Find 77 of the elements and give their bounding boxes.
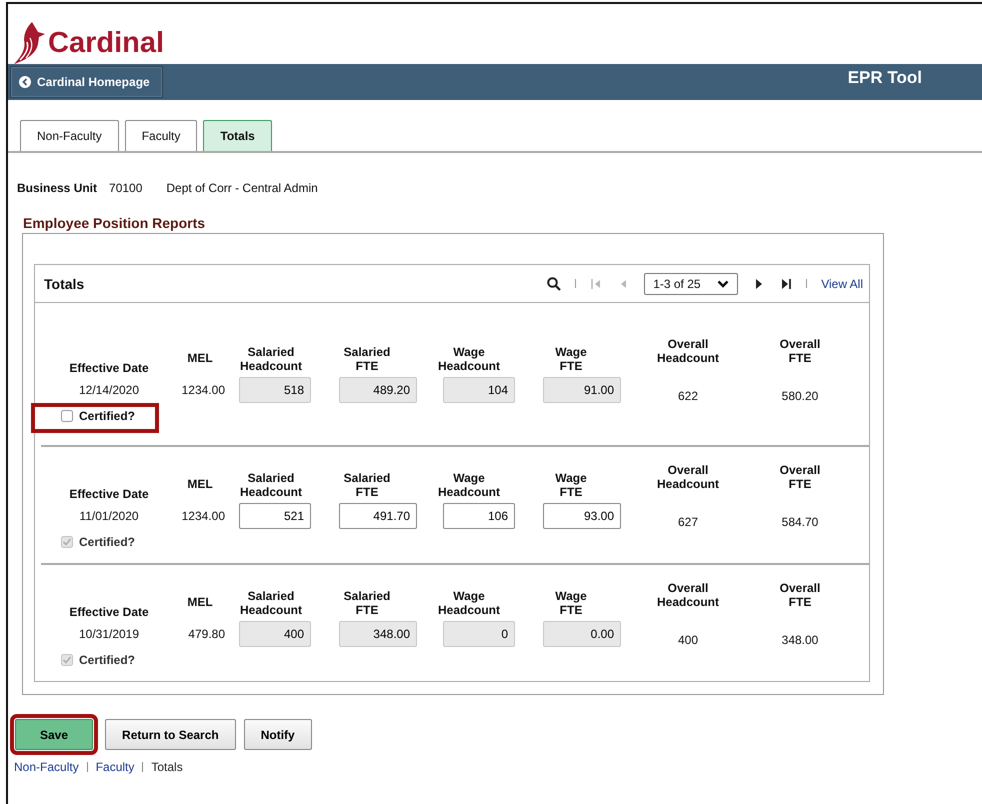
column-header: Effective Date (69, 361, 149, 375)
separator-icon (806, 279, 808, 288)
column-header: Overall FTE (780, 463, 820, 491)
column-header: Effective Date (69, 487, 149, 501)
input-field[interactable]: 93.00 (543, 503, 621, 529)
separator-icon (575, 279, 576, 288)
column-header: Overall FTE (780, 581, 820, 609)
action-button[interactable]: Notify (244, 719, 312, 750)
footer-link[interactable]: Faculty (96, 760, 134, 774)
column-header: Overall Headcount (657, 337, 719, 365)
footer-link[interactable]: Non-Faculty (14, 760, 79, 774)
input-field[interactable]: 491.70 (339, 503, 417, 529)
back-button[interactable]: Cardinal Homepage (10, 66, 163, 98)
input-field[interactable]: 106 (443, 503, 515, 529)
total-value: 580.20 (782, 389, 818, 403)
view-all-link[interactable]: View All (821, 276, 863, 290)
date-value: 10/31/2019 (78, 627, 140, 641)
certified-checkbox[interactable]: Certified? (31, 403, 160, 433)
tab[interactable]: Totals (203, 120, 272, 151)
column-header: Wage FTE (555, 589, 587, 617)
mel-value: 1234.00 (182, 509, 225, 523)
column-header: Wage Headcount (438, 345, 500, 373)
input-field[interactable]: 104 (443, 377, 515, 403)
total-value: 584.70 (782, 515, 818, 529)
column-header: Overall Headcount (657, 581, 719, 609)
total-value: 622 (678, 389, 698, 403)
column-header: Wage Headcount (438, 589, 500, 617)
input-field[interactable]: 0 (443, 621, 515, 647)
column-header: MEL (187, 351, 213, 365)
total-value: 400 (678, 633, 698, 647)
section-title: Employee Position Reports (22, 214, 206, 233)
separator-icon (142, 762, 144, 772)
column-header: Salaried Headcount (240, 471, 302, 499)
last-page-icon[interactable] (779, 276, 792, 290)
page-dropdown[interactable]: 1-3 of 25 (644, 272, 738, 294)
logo-text: Cardinal (48, 27, 164, 60)
column-header: Wage Headcount (438, 471, 500, 499)
checkbox-icon[interactable] (61, 410, 73, 422)
input-field[interactable]: 400 (239, 621, 311, 647)
chevron-left-icon (19, 76, 31, 88)
field-value: 70100 (109, 181, 142, 195)
column-header: MEL (187, 477, 213, 491)
column-header: Salaried Headcount (240, 589, 302, 617)
separator-icon (86, 762, 88, 772)
date-value: 11/01/2020 (79, 509, 139, 523)
column-header: Wage FTE (555, 345, 587, 373)
column-header: Salaried Headcount (240, 345, 302, 373)
input-field[interactable]: 91.00 (543, 377, 621, 403)
column-header: Wage FTE (555, 471, 587, 499)
field-label: Business Unit (17, 181, 98, 195)
column-header: Overall FTE (780, 337, 820, 365)
input-field[interactable]: 0.00 (543, 621, 621, 647)
tab[interactable]: Non-Faculty (20, 120, 119, 151)
cardinal-bird-icon (12, 20, 46, 64)
input-field[interactable]: 348.00 (339, 621, 417, 647)
column-header: Salaried FTE (344, 589, 390, 617)
column-header: Overall Headcount (657, 463, 719, 491)
column-header: Salaried FTE (344, 471, 390, 499)
current-page-label: Totals (151, 760, 183, 774)
column-header: Salaried FTE (344, 345, 390, 373)
field-value: Dept of Corr - Central Admin (166, 181, 318, 195)
mel-value: 1234.00 (182, 383, 225, 397)
grid-title: Totals (44, 276, 84, 292)
page-title: EPR Tool (848, 68, 922, 88)
total-value: 348.00 (782, 633, 818, 647)
date-value: 12/14/2020 (78, 383, 140, 397)
input-field[interactable]: 489.20 (339, 377, 417, 403)
tab[interactable]: Faculty (124, 120, 198, 151)
input-field[interactable]: 518 (239, 377, 311, 403)
chevron-down-icon (717, 280, 730, 288)
total-value: 627 (678, 515, 698, 529)
action-button[interactable]: Return to Search (105, 719, 236, 750)
column-header: MEL (187, 595, 213, 609)
search-icon[interactable] (547, 276, 562, 290)
mel-value: 479.80 (188, 627, 225, 641)
column-header: Effective Date (69, 605, 149, 619)
input-field[interactable]: 521 (239, 503, 311, 529)
